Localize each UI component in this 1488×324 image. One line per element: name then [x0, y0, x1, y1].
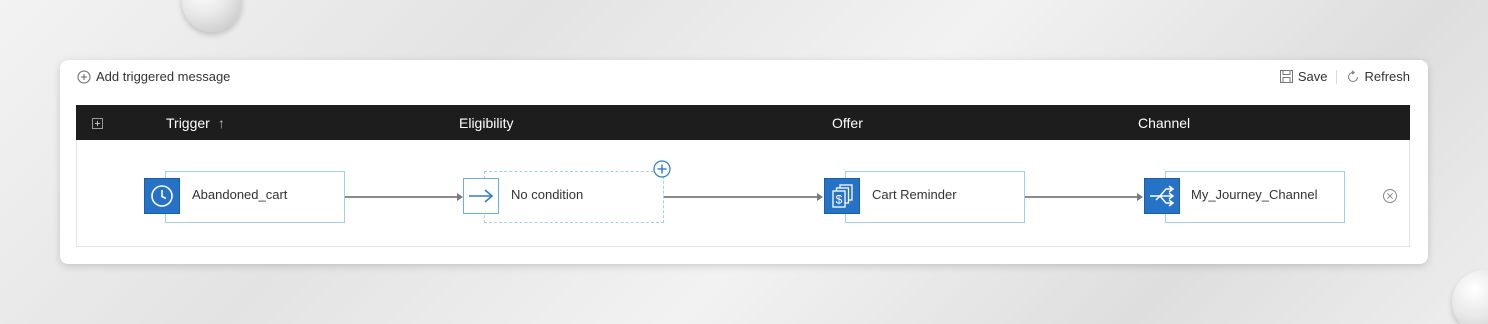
add-triggered-message-button[interactable]: Add triggered message [77, 69, 230, 84]
message-flow-row: Abandoned_cart No condition $ Cart Remin… [76, 140, 1410, 247]
connector-line [664, 196, 821, 198]
column-header-label: Channel [1138, 115, 1191, 131]
column-header-eligibility: Eligibility [459, 115, 513, 131]
add-condition-plus-icon[interactable] [653, 160, 671, 178]
toolbar-actions: Save Refresh [1279, 69, 1410, 84]
arrow-right-icon [463, 178, 499, 214]
toolbar: Add triggered message Save Refresh [60, 60, 1428, 92]
trigger-node-label: Abandoned_cart [192, 187, 288, 202]
branch-share-icon [1144, 178, 1180, 214]
sort-ascending-icon[interactable]: ↑ [218, 115, 225, 131]
table-header: Trigger ↑ Eligibility Offer Channel [76, 105, 1410, 140]
expand-all-icon[interactable] [92, 118, 103, 129]
column-header-channel: Channel [1138, 115, 1190, 131]
clock-icon [144, 178, 180, 214]
svg-text:$: $ [836, 193, 843, 207]
save-label: Save [1297, 69, 1328, 84]
eligibility-node-label: No condition [511, 187, 584, 202]
column-header-label: Trigger [166, 115, 210, 131]
floppy-disk-icon [1279, 70, 1293, 83]
dollar-documents-icon: $ [824, 178, 860, 214]
column-header-trigger[interactable]: Trigger ↑ [166, 115, 225, 131]
triggered-messages-panel: Add triggered message Save Refresh Trigg… [60, 60, 1428, 264]
column-header-label: Eligibility [459, 115, 514, 131]
refresh-icon [1348, 69, 1359, 82]
column-header-label: Offer [832, 115, 863, 131]
connector-line [345, 196, 461, 198]
plus-circle-icon [77, 70, 91, 83]
connector-arrowhead [817, 193, 823, 201]
connector-arrowhead [1137, 193, 1143, 201]
remove-row-x-icon[interactable] [1382, 188, 1398, 204]
refresh-button[interactable]: Refresh [1346, 69, 1410, 84]
save-button[interactable]: Save [1279, 69, 1328, 84]
channel-node-label: My_Journey_Channel [1191, 187, 1318, 202]
column-header-offer: Offer [832, 115, 863, 131]
connector-line [1025, 196, 1141, 198]
offer-node-label: Cart Reminder [872, 187, 957, 202]
add-triggered-message-label: Add triggered message [96, 69, 231, 84]
refresh-label: Refresh [1364, 69, 1410, 84]
background-sphere-decoration [182, 0, 242, 32]
toolbar-divider [1336, 69, 1338, 84]
background-sphere-decoration [1452, 270, 1488, 324]
